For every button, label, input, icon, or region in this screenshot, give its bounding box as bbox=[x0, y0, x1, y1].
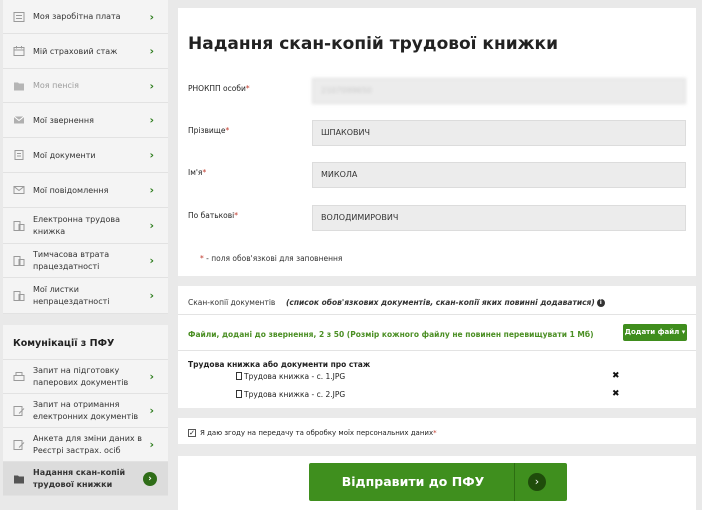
sick-leave-icon bbox=[13, 255, 25, 266]
divider bbox=[178, 408, 696, 418]
chevron-right-icon: › bbox=[149, 44, 154, 58]
sidebar-item-label: Анкета для зміни даних в Реєстрі застрах… bbox=[33, 433, 142, 455]
name-field[interactable]: МИКОЛА bbox=[312, 162, 686, 188]
field-label-name: Ім'я* bbox=[188, 168, 207, 177]
sidebar-item-label: Моя заробітна плата bbox=[33, 12, 121, 21]
file-icon bbox=[236, 372, 242, 380]
chevron-right-circle-icon: › bbox=[528, 473, 546, 491]
chevron-right-icon: › bbox=[149, 288, 154, 302]
surname-field[interactable]: ШПАКОВИЧ bbox=[312, 120, 686, 146]
sidebar-gap bbox=[3, 314, 168, 325]
sidebar-item-label: Мої звернення bbox=[33, 115, 94, 125]
scan-icon bbox=[14, 475, 24, 483]
mail-icon bbox=[13, 186, 25, 194]
sidebar-item-label: Запит на підготовку паперових документів bbox=[33, 365, 129, 387]
chevron-right-icon: › bbox=[149, 253, 154, 267]
info-icon[interactable]: i bbox=[596, 299, 605, 307]
sidebar-item-label: Мої повідомлення bbox=[33, 185, 109, 195]
main-panel: Надання скан-копій трудової книжки РНОКП… bbox=[178, 8, 696, 510]
chevron-right-icon: › bbox=[149, 148, 154, 162]
chevron-right-icon: › bbox=[149, 79, 154, 92]
consent-text: Я даю згоду на передачу та обробку моїх … bbox=[200, 429, 434, 437]
sidebar-item-pension[interactable]: Моя пенсія › bbox=[3, 69, 168, 103]
workbook-section-title: Трудова книжка або документи про стаж bbox=[188, 360, 371, 369]
sidebar-item-documents[interactable]: Мої документи › bbox=[3, 138, 168, 173]
sidebar-item-paper-docs[interactable]: Запит на підготовку паперових документів… bbox=[3, 360, 168, 394]
sidebar-item-workbook[interactable]: Електронна трудова книжка › bbox=[3, 208, 168, 244]
sidebar-item-label: Мої документи bbox=[33, 150, 96, 160]
chevron-right-icon: › bbox=[149, 183, 154, 197]
divider bbox=[178, 444, 696, 456]
printer-icon bbox=[13, 371, 25, 381]
field-label-surname: Прізвище* bbox=[188, 126, 230, 135]
patronymic-field[interactable]: ВОЛОДИМИРОВИЧ bbox=[312, 205, 686, 231]
sidebar-item-e-docs[interactable]: Запит на отримання електронних документі… bbox=[3, 394, 168, 428]
chevron-right-icon: › bbox=[149, 113, 154, 127]
files-info: Файли, додані до звернення, 2 з 50 (Розм… bbox=[188, 330, 594, 339]
rnokpp-field[interactable]: 2107099650 bbox=[312, 78, 686, 104]
workbook-icon bbox=[13, 220, 25, 231]
sidebar: Моя заробітна плата › Мій страховий стаж… bbox=[3, 0, 168, 510]
delete-file-icon[interactable]: ✖ bbox=[612, 371, 620, 381]
field-label-patronymic: По батькові* bbox=[188, 211, 238, 220]
folder-icon bbox=[14, 82, 24, 90]
submit-button[interactable]: Відправити до ПФУ › bbox=[309, 463, 567, 501]
submit-label: Відправити до ПФУ bbox=[341, 474, 485, 489]
document-icon bbox=[14, 150, 24, 160]
sidebar-item-label: Мої листки непрацездатності bbox=[33, 284, 110, 306]
consent-row: ✓ Я даю згоду на передачу та обробку мої… bbox=[188, 429, 437, 437]
salary-icon bbox=[13, 11, 25, 22]
delete-file-icon[interactable]: ✖ bbox=[612, 389, 620, 399]
required-note: * - поля обов'язкові для заповнення bbox=[200, 254, 343, 263]
sidebar-item-appeals[interactable]: Мої звернення › bbox=[3, 103, 168, 138]
divider bbox=[178, 314, 696, 315]
file-link[interactable]: Трудова книжка - с. 1.JPG bbox=[236, 372, 345, 381]
file-icon bbox=[236, 390, 242, 398]
sidebar-item-label: Електронна трудова книжка bbox=[33, 214, 120, 236]
sidebar-communications: Комунікації з ПФУ Запит на підготовку па… bbox=[3, 325, 168, 496]
edit-doc-icon bbox=[13, 405, 25, 416]
chevron-right-icon: › bbox=[149, 403, 154, 417]
sidebar-item-label: Надання скан-копій трудової книжки bbox=[33, 467, 126, 489]
chevron-right-icon: › bbox=[149, 437, 154, 451]
sidebar-item-scan-copies[interactable]: Надання скан-копій трудової книжки › bbox=[3, 462, 168, 496]
sidebar-item-sick-leave[interactable]: Тимчасова втрата працездатності › bbox=[3, 244, 168, 278]
scan-copies-label: Скан-копії документів bbox=[188, 298, 276, 307]
submit-separator bbox=[514, 463, 515, 501]
sidebar-item-label: Запит на отримання електронних документі… bbox=[33, 399, 139, 421]
sheets-icon bbox=[13, 290, 25, 301]
sidebar-item-salary[interactable]: Моя заробітна плата › bbox=[3, 0, 168, 34]
page-root: Моя заробітна плата › Мій страховий стаж… bbox=[0, 0, 702, 510]
envelope-icon bbox=[13, 116, 25, 124]
chevron-right-icon: › bbox=[149, 10, 154, 23]
file-link[interactable]: Трудова книжка - с. 2.JPG bbox=[236, 390, 345, 399]
sidebar-menu: Моя заробітна плата › Мій страховий стаж… bbox=[3, 0, 168, 314]
divider bbox=[178, 276, 696, 286]
sidebar-item-label: Тимчасова втрата працездатності bbox=[33, 249, 110, 271]
sidebar-item-sheets[interactable]: Мої листки непрацездатності › bbox=[3, 278, 168, 314]
chevron-right-icon: › bbox=[149, 369, 154, 383]
consent-checkbox[interactable]: ✓ bbox=[188, 429, 196, 437]
form-icon bbox=[13, 439, 25, 450]
divider bbox=[178, 350, 696, 351]
sidebar-item-insurance[interactable]: Мій страховий стаж › bbox=[3, 34, 168, 69]
add-file-button[interactable]: Додати файл ▾ bbox=[623, 324, 687, 341]
sidebar-item-register-form[interactable]: Анкета для зміни даних в Реєстрі застрах… bbox=[3, 428, 168, 462]
chevron-right-circle-icon: › bbox=[143, 471, 157, 486]
page-title: Надання скан-копій трудової книжки bbox=[188, 34, 558, 54]
calendar-icon bbox=[13, 46, 25, 56]
sidebar-section-title: Комунікації з ПФУ bbox=[3, 325, 168, 360]
sidebar-item-messages[interactable]: Мої повідомлення › bbox=[3, 173, 168, 208]
chevron-right-icon: › bbox=[149, 218, 154, 232]
scan-copies-note: (список обов'язкових документів, скан-ко… bbox=[286, 298, 605, 307]
sidebar-item-label: Моя пенсія bbox=[33, 81, 79, 90]
field-label-rnokpp: РНОКПП особи* bbox=[188, 84, 250, 93]
sidebar-item-label: Мій страховий стаж bbox=[33, 46, 118, 56]
